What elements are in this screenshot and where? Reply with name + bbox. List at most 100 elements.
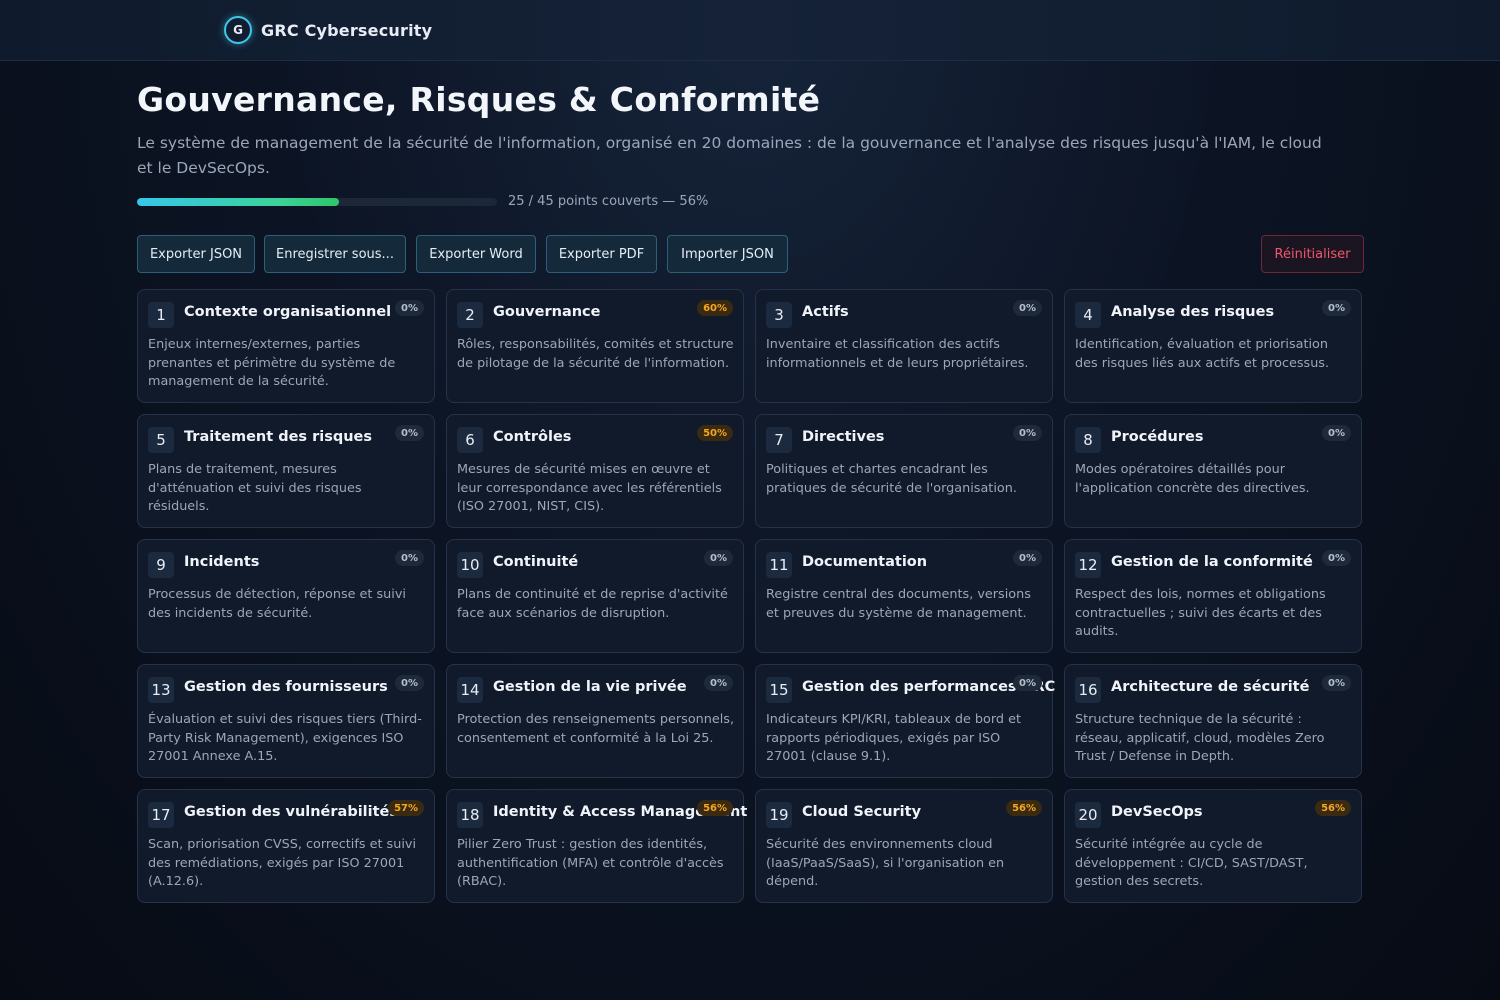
page-subtitle: Le système de management de la sécurité … [137,134,1322,177]
domain-description: Politiques et chartes encadrant les prat… [766,462,1017,496]
domain-progress-badge: 0% [395,425,424,441]
domain-number: 4 [1075,302,1101,328]
domain-title: Gestion de la conformité [1111,554,1313,570]
domain-card[interactable]: 1 Contexte organisationnel 0% Enjeux intern… [137,289,435,403]
domain-number: 17 [148,802,174,828]
domain-title: Contexte organisationnel [184,304,392,320]
domain-card[interactable]: 14 Gestion de la vie privée 0% Protection d… [446,664,744,778]
domain-card[interactable]: 8 Procédures 0% Modes opératoires détaillés… [1064,414,1362,528]
domain-title: Cloud Security [802,804,922,820]
domain-card[interactable]: 13 Gestion des fournisseurs 0% Évaluation e… [137,664,435,778]
domain-description: Scan, priorisation CVSS, correctifs et s… [148,837,417,889]
domain-number: 6 [457,427,483,453]
brand[interactable]: G GRC Cybersecurity [224,16,432,44]
domain-progress-badge: 50% [697,425,733,441]
domain-description: Enjeux internes/externes, parties prenan… [148,337,396,389]
domain-card[interactable]: 2 Gouvernance 60% Rôles, responsabilités, c… [446,289,744,403]
domain-title: Continuité [493,554,579,570]
domain-progress-badge: 56% [697,800,733,816]
domain-progress-badge: 0% [1013,425,1042,441]
domain-card[interactable]: 11 Documentation 0% Registre central des do… [755,539,1053,653]
domain-description: Modes opératoires détaillés pour l'appli… [1075,462,1310,496]
domain-number: 12 [1075,552,1101,578]
domain-title: DevSecOps [1111,804,1203,820]
domain-title: Gouvernance [493,304,601,320]
progress-bar-fill [137,198,339,206]
domain-description: Protection des renseignements personnels… [457,712,735,746]
domain-description: Évaluation et suivi des risques tiers (T… [148,712,422,764]
domain-description: Processus de détection, réponse et suivi… [148,587,406,621]
domain-progress-badge: 0% [1322,300,1351,316]
top-bar: G GRC Cybersecurity [0,0,1500,61]
domain-card[interactable]: 16 Architecture de sécurité 0% Structure te… [1064,664,1362,778]
domain-progress-badge: 56% [1315,800,1351,816]
domain-title: Analyse des risques [1111,304,1275,320]
domain-number: 11 [766,552,792,578]
domain-progress-badge: 0% [704,675,733,691]
domain-description: Indicateurs KPI/KRI, tableaux de bord et… [766,712,1021,764]
domain-number: 10 [457,552,483,578]
domain-card[interactable]: 18 Identity & Access Management 56% Pilier … [446,789,747,903]
domain-title: Gestion de la vie privée [493,679,687,695]
domain-title: Traitement des risques [184,429,373,445]
domain-title: Architecture de sécurité [1111,679,1310,695]
domain-card[interactable]: 19 Cloud Security 56% Sécurité des environn… [755,789,1053,903]
domain-card[interactable]: 12 Gestion de la conformité 0% Respect des … [1064,539,1362,653]
reset-button[interactable]: Réinitialiser [1261,235,1364,273]
domain-grid: 1 Contexte organisationnel 0% Enjeux intern… [137,289,1364,903]
domain-number: 1 [148,302,174,328]
domain-card[interactable]: 7 Directives 0% Politiques et chartes encad… [755,414,1053,528]
domain-card[interactable]: 15 Gestion des performances GRC 0% Indicate… [755,664,1055,778]
domain-progress-badge: 0% [1013,675,1042,691]
domain-title: Gestion des vulnérabilités [184,804,399,820]
domain-title: Gestion des fournisseurs [184,679,388,695]
domain-progress-badge: 0% [1322,675,1351,691]
domain-card[interactable]: 5 Traitement des risques 0% Plans de traite… [137,414,435,528]
domain-title: Procédures [1111,429,1204,445]
domain-card[interactable]: 17 Gestion des vulnérabilités 57% Scan, pri… [137,789,435,903]
domain-card[interactable]: 6 Contrôles 50% Mesures de sécurité mises e… [446,414,744,528]
brand-name: GRC Cybersecurity [261,20,433,40]
domain-description: Sécurité intégrée au cycle de développem… [1075,837,1308,889]
domain-card[interactable]: 4 Analyse des risques 0% Identification, év… [1064,289,1362,403]
export-word-button[interactable]: Exporter Word [416,235,536,273]
domain-number: 2 [457,302,483,328]
import-json-button[interactable]: Importer JSON [667,235,788,273]
export-pdf-button[interactable]: Exporter PDF [546,235,657,273]
domain-description: Pilier Zero Trust : gestion des identité… [457,837,724,889]
domain-number: 9 [148,552,174,578]
domain-progress-badge: 0% [1013,300,1042,316]
domain-description: Registre central des documents, versions… [766,587,1031,621]
domain-description: Mesures de sécurité mises en œuvre et le… [457,462,722,514]
domain-title: Documentation [802,554,928,570]
domain-description: Structure technique de la sécurité : rés… [1075,712,1325,764]
domain-progress-badge: 0% [1322,550,1351,566]
domain-number: 8 [1075,427,1101,453]
domain-description: Rôles, responsabilités, comités et struc… [457,337,734,371]
domain-number: 13 [148,677,174,703]
domain-title: Contrôles [493,429,572,445]
domain-progress-badge: 56% [1006,800,1042,816]
domain-progress-badge: 0% [395,550,424,566]
domain-number: 19 [766,802,792,828]
domain-number: 15 [766,677,792,703]
domain-number: 16 [1075,677,1101,703]
domain-title: Incidents [184,554,260,570]
domain-number: 20 [1075,802,1101,828]
domain-number: 14 [457,677,483,703]
domain-number: 5 [148,427,174,453]
domain-title: Actifs [802,304,849,320]
domain-description: Identification, évaluation et priorisati… [1075,337,1330,371]
domain-progress-badge: 0% [1013,550,1042,566]
domain-progress-badge: 57% [388,800,424,816]
domain-description: Inventaire et classification des actifs … [766,337,1029,371]
domain-number: 18 [457,802,483,828]
domain-card[interactable]: 9 Incidents 0% Processus de détection, répo… [137,539,435,653]
save-as-button[interactable]: Enregistrer sous... [264,235,406,273]
domain-card[interactable]: 10 Continuité 0% Plans de continuité et de … [446,539,744,653]
export-json-button[interactable]: Exporter JSON [137,235,255,273]
progress-bar [137,198,497,206]
progress-text: 25 / 45 points couverts — 56% [508,194,709,209]
domain-card[interactable]: 3 Actifs 0% Inventaire et classification de… [755,289,1053,403]
domain-card[interactable]: 20 DevSecOps 56% Sécurité intégrée au cycle… [1064,789,1362,903]
